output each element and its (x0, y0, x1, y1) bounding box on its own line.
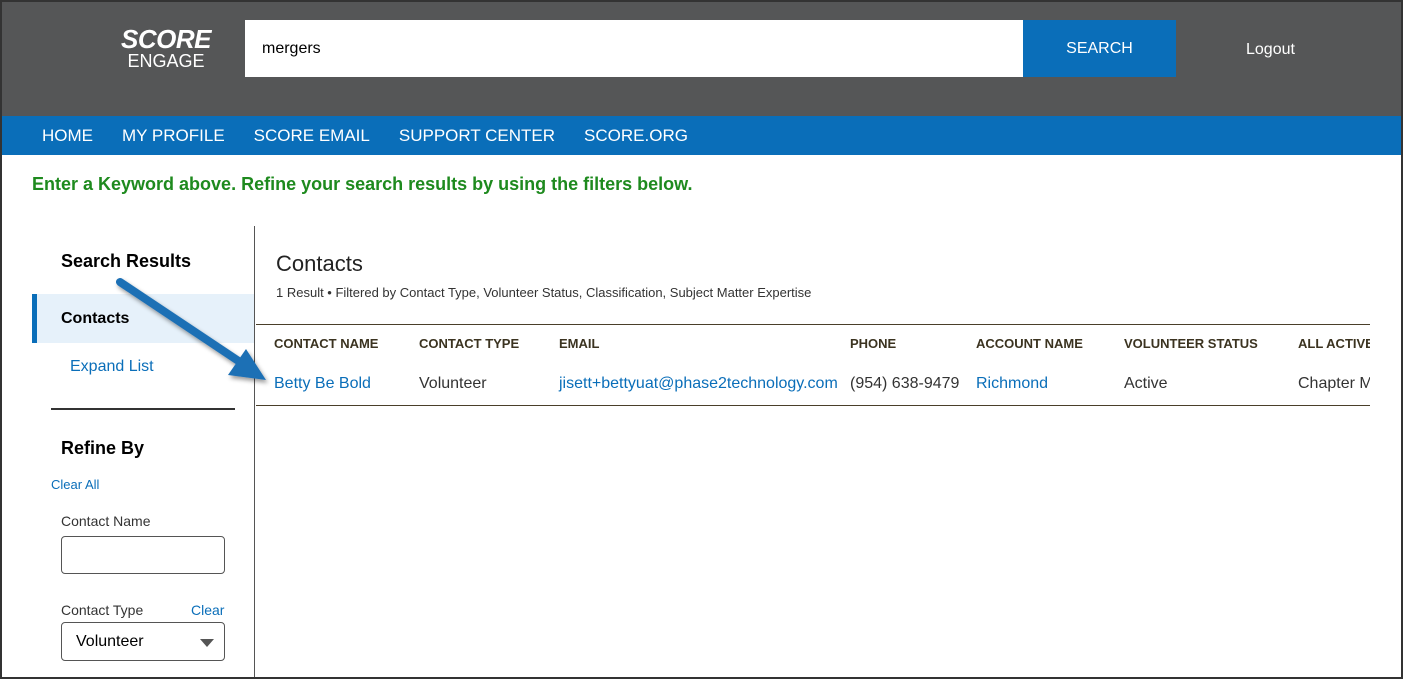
annotation-arrow-icon (116, 278, 266, 380)
